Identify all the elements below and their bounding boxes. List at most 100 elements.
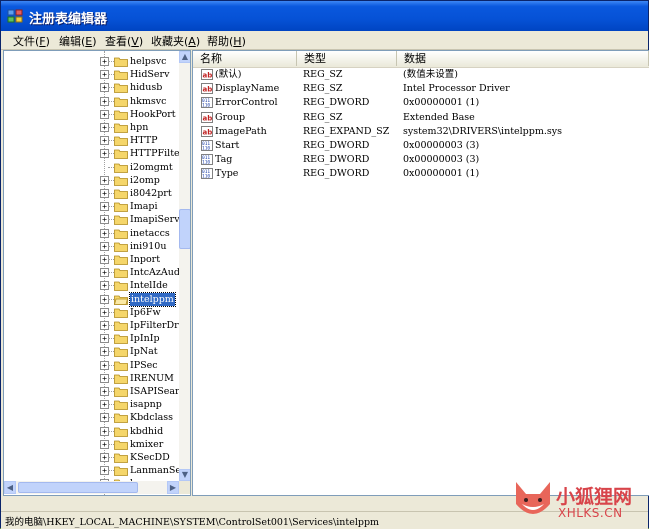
menu-edit[interactable]: 编辑(E) <box>59 33 97 49</box>
scroll-up-button[interactable]: ▲ <box>179 51 190 63</box>
tree-item[interactable]: + inetaccs <box>4 227 180 240</box>
folder-icon <box>114 70 128 81</box>
values-list-pane[interactable]: 名称 类型 数据 ab (默认) REG_SZ (数值未设置) ab DisplayNam… <box>192 50 649 496</box>
watermark-subtext: XHLKS.CN <box>558 506 623 520</box>
tree-item[interactable]: + kbdhid <box>4 425 180 438</box>
menu-view[interactable]: 查看(V) <box>105 33 143 49</box>
binary-value-icon: 011110 <box>201 140 213 151</box>
tree-item[interactable]: + HTTP <box>4 134 180 147</box>
tree-item[interactable]: + KSecDD <box>4 451 180 464</box>
value-name: ErrorControl <box>215 97 278 109</box>
value-name: Start <box>215 140 240 151</box>
value-type: REG_SZ <box>303 83 343 95</box>
tree-item[interactable]: + HookPort <box>4 108 180 121</box>
value-row[interactable]: ab DisplayName REG_SZ Intel Processor Drive… <box>193 82 649 96</box>
tree-item-label: Imapi <box>130 201 158 213</box>
value-type: REG_EXPAND_SZ <box>303 125 390 137</box>
key-tree-pane[interactable]: + helpsvc + HidServ + hidusb + hkmsvc + HookPort +… <box>3 50 191 496</box>
folder-icon <box>114 242 128 252</box>
value-type: REG_SZ <box>303 111 343 123</box>
tree-item-label: HTTP <box>130 135 158 147</box>
tree-item[interactable]: + ISAPISearch <box>4 385 190 398</box>
value-row[interactable]: ab (默认) REG_SZ (数值未设置) <box>193 68 649 82</box>
tree-item-label: HidServ <box>130 69 170 81</box>
value-row[interactable]: 011 110 ErrorControl REG_DWORD 0x00000001 (1… <box>193 96 649 110</box>
tree-item[interactable]: + helpsvc <box>4 55 180 68</box>
tree-item[interactable]: +IntcAzAudAddService <box>4 266 190 279</box>
tree-item[interactable]: + HidServ <box>4 68 180 81</box>
hscroll-thumb[interactable] <box>18 482 138 493</box>
value-type: REG_DWORD <box>303 140 370 151</box>
string-value-icon: ab <box>201 111 213 123</box>
value-name: (默认) <box>215 69 242 80</box>
svg-text:110: 110 <box>202 174 210 180</box>
tree-item-label: hpn <box>130 122 149 133</box>
column-header-data[interactable]: 数据 <box>397 51 649 66</box>
menu-favorites[interactable]: 收藏夹(A) <box>151 33 200 49</box>
folder-icon <box>114 281 128 292</box>
title-bar[interactable]: 注册表编辑器 <box>1 1 648 31</box>
tree-item-label: Kbdclass <box>130 412 174 424</box>
folder-icon <box>114 97 128 107</box>
folder-icon <box>114 387 128 397</box>
tree-item[interactable]: + Inport <box>4 253 180 266</box>
value-data: (数值未设置) <box>403 69 458 80</box>
value-name: Tag <box>215 154 233 166</box>
tree-vertical-scrollbar[interactable]: ▲ ▼ <box>179 51 190 481</box>
value-data: Intel Processor Driver <box>403 83 510 95</box>
tree-item[interactable]: + isapnp <box>4 398 180 411</box>
string-value-icon: ab <box>201 69 213 80</box>
tree-item-label: i2omp <box>130 174 160 186</box>
tree-item[interactable]: + IntelIde <box>4 279 180 292</box>
tree-item[interactable]: i2omgmt <box>4 161 180 174</box>
tree-item[interactable]: + i2omp <box>4 174 180 187</box>
tree-item-label: i2omgmt <box>130 161 173 173</box>
tree-item[interactable]: + ini910u <box>4 240 180 253</box>
scroll-thumb[interactable] <box>179 209 190 249</box>
svg-text:110: 110 <box>202 160 210 166</box>
folder-icon <box>114 149 128 160</box>
tree-item[interactable]: + IPSec <box>4 359 180 372</box>
tree-item[interactable]: + hidusb <box>4 81 180 94</box>
tree-item[interactable]: + intelppm <box>4 291 180 307</box>
scroll-right-button[interactable]: ▶ <box>167 481 179 494</box>
folder-icon <box>114 440 128 450</box>
tree-horizontal-scrollbar[interactable]: ◀ ▶ <box>4 481 179 494</box>
menu-help[interactable]: 帮助(H) <box>207 33 246 49</box>
scroll-left-button[interactable]: ◀ <box>4 481 16 494</box>
folder-icon <box>114 427 128 437</box>
tree-item[interactable]: + ImapiService <box>4 213 190 226</box>
tree-item[interactable]: + IpNat <box>4 345 180 358</box>
value-row[interactable]: ab ImagePath REG_EXPAND_SZ system32\DRIVERS… <box>193 125 649 139</box>
svg-text:ab: ab <box>203 72 213 80</box>
column-header-name[interactable]: 名称 <box>193 51 297 66</box>
scrollbar-corner <box>179 481 190 494</box>
value-row[interactable]: 011 110 Tag REG_DWORD 0x00000003 (3) <box>193 153 649 167</box>
folder-icon <box>114 347 128 358</box>
tree-item[interactable]: + kmixer <box>4 438 180 451</box>
value-row[interactable]: 011 110 Start REG_DWORD 0x00000003 (3) <box>193 139 649 153</box>
watermark: 小狐狸网 XHLKS.CN <box>510 478 649 522</box>
scroll-down-button[interactable]: ▼ <box>179 469 190 481</box>
value-data: Extended Base <box>403 111 475 123</box>
tree-item[interactable]: + IRENUM <box>4 372 180 385</box>
menu-file[interactable]: 文件(F) <box>13 33 50 49</box>
window-title: 注册表编辑器 <box>29 12 108 27</box>
tree-item[interactable]: + Ip6Fw <box>4 306 180 319</box>
tree-item[interactable]: + hkmsvc <box>4 95 180 108</box>
svg-text:110: 110 <box>202 146 210 152</box>
tree-item[interactable]: + IpFilterDriver <box>4 319 190 332</box>
tree-item[interactable]: + Kbdclass <box>4 411 180 424</box>
tree-item[interactable]: +LanmanServer <box>4 464 190 477</box>
value-row[interactable]: ab Group REG_SZ Extended Base <box>193 111 649 125</box>
tree-item[interactable]: + hpn <box>4 121 180 134</box>
tree-item-label: ini910u <box>130 240 167 252</box>
tree-item[interactable]: + i8042prt <box>4 187 180 200</box>
tree-item[interactable]: + IpInIp <box>4 332 180 345</box>
tree-item[interactable]: + Imapi <box>4 200 180 213</box>
tree-item-label: IpInIp <box>130 333 160 345</box>
column-header-type[interactable]: 类型 <box>297 51 397 66</box>
value-row[interactable]: 011 110 Type REG_DWORD 0x00000001 (1) <box>193 167 649 181</box>
tree-item[interactable]: + HTTPFilter <box>4 147 184 160</box>
tree-item-label: Inport <box>130 254 161 265</box>
